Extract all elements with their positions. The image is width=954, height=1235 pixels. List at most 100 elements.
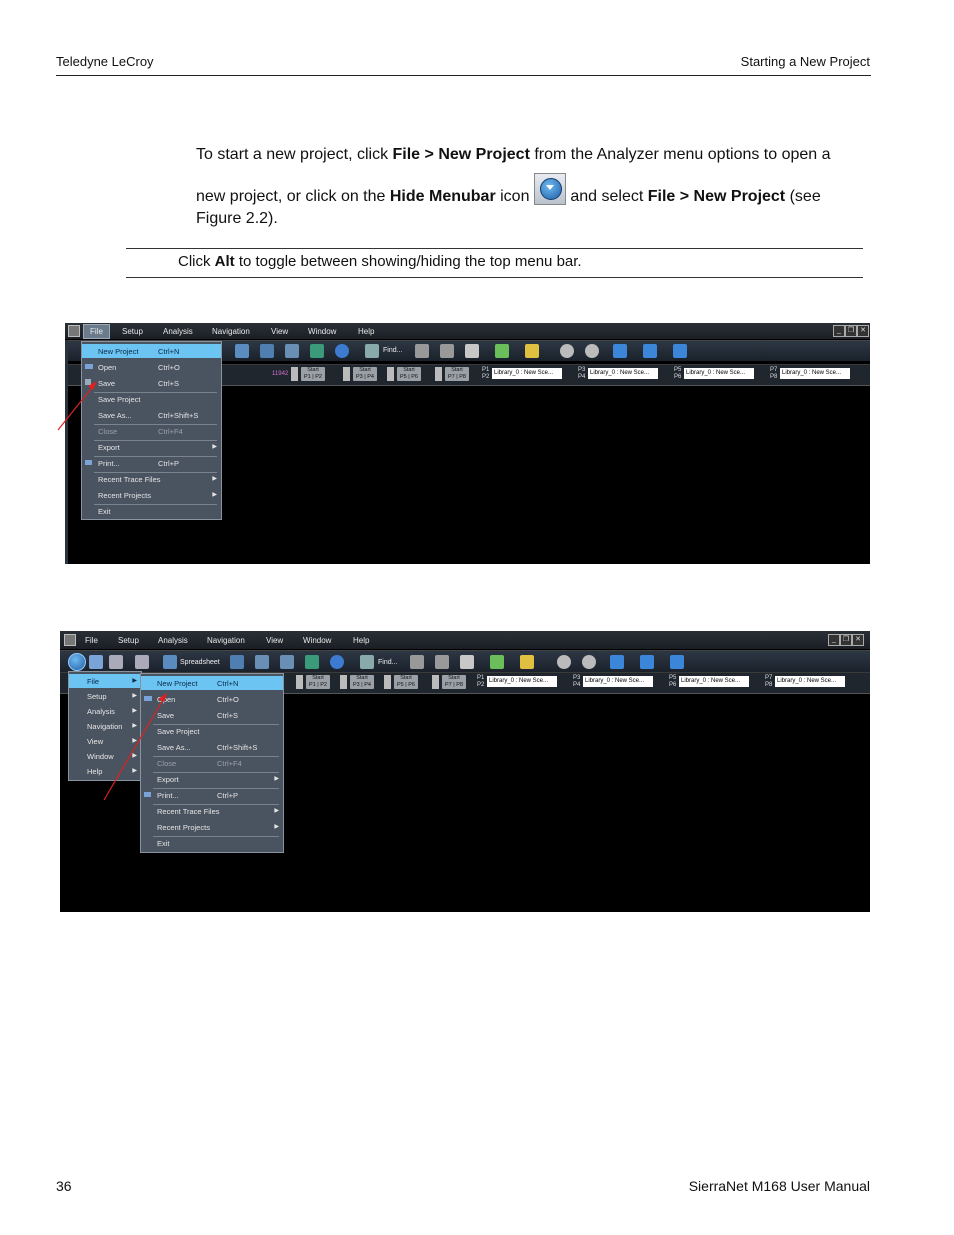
chart-icon[interactable] xyxy=(305,655,319,669)
spreadsheet-icon[interactable] xyxy=(163,655,177,669)
print-icon[interactable] xyxy=(435,655,449,669)
start-button-p7p8[interactable]: Start P7 | P8 xyxy=(442,675,466,689)
menu-setup[interactable]: Setup xyxy=(118,636,139,645)
menu-item-print[interactable]: Print... Ctrl+P xyxy=(82,456,221,470)
library-select[interactable]: Library_0 : New Sce... xyxy=(487,676,557,687)
side-menu-view[interactable]: View ▶ xyxy=(69,734,141,748)
menu-item-new-project[interactable]: New Project Ctrl+N xyxy=(141,676,283,690)
library-select[interactable]: Library_0 : New Sce... xyxy=(679,676,749,687)
find-icon[interactable] xyxy=(365,344,379,358)
filter-icon[interactable] xyxy=(610,655,624,669)
start-button-p3p4[interactable]: Start P3 | P4 xyxy=(353,367,377,381)
chart-icon[interactable] xyxy=(310,344,324,358)
menu-file[interactable]: File xyxy=(85,636,98,645)
menu-item-save[interactable]: Save Ctrl+S xyxy=(82,376,221,390)
menu-window[interactable]: Window xyxy=(303,636,331,645)
menu-item-exit[interactable]: Exit xyxy=(141,836,283,850)
menu-item-exit[interactable]: Exit xyxy=(82,504,221,518)
start-button-p7p8[interactable]: Start P7 | P8 xyxy=(445,367,469,381)
minimize-button[interactable]: _ xyxy=(833,325,845,337)
spreadsheet-icon[interactable] xyxy=(235,344,249,358)
menu-item-export[interactable]: Export ▶ xyxy=(82,440,221,454)
menu-help[interactable]: Help xyxy=(358,327,374,336)
menu-view[interactable]: View xyxy=(271,327,288,336)
save-icon[interactable] xyxy=(415,344,429,358)
close-button[interactable]: ✕ xyxy=(852,634,864,646)
restore-button[interactable]: ❐ xyxy=(845,325,857,337)
start-button-p5p6[interactable]: Start P5 | P6 xyxy=(394,675,418,689)
more-filter-icon[interactable] xyxy=(673,344,687,358)
library-select[interactable]: Library_0 : New Sce... xyxy=(775,676,845,687)
side-menu-window[interactable]: Window ▶ xyxy=(69,749,141,763)
layout-icon[interactable] xyxy=(280,655,294,669)
print-icon[interactable] xyxy=(440,344,454,358)
zoom-out-icon[interactable] xyxy=(585,344,599,358)
menu-view[interactable]: View xyxy=(266,636,283,645)
menu-navigation[interactable]: Navigation xyxy=(212,327,250,336)
export-icon[interactable] xyxy=(495,344,509,358)
menu-item-export[interactable]: Export ▶ xyxy=(141,772,283,786)
refresh-icon[interactable] xyxy=(335,344,349,358)
side-menu-setup[interactable]: Setup ▶ xyxy=(69,689,141,703)
library-select[interactable]: Library_0 : New Sce... xyxy=(780,368,850,379)
menu-analysis[interactable]: Analysis xyxy=(163,327,193,336)
start-button-p1p2[interactable]: Start P1 | P2 xyxy=(306,675,330,689)
menu-item-open[interactable]: Open Ctrl+O xyxy=(141,692,283,706)
menu-item-save-as[interactable]: Save As... Ctrl+Shift+S xyxy=(82,408,221,422)
channel-filter-icon[interactable] xyxy=(640,655,654,669)
tree-view-icon[interactable] xyxy=(285,344,299,358)
menu-file[interactable]: File xyxy=(83,324,110,339)
library-select[interactable]: Library_0 : New Sce... xyxy=(588,368,658,379)
menu-item-save[interactable]: Save Ctrl+S xyxy=(141,708,283,722)
grid-view-icon[interactable] xyxy=(260,344,274,358)
menu-window[interactable]: Window xyxy=(308,327,336,336)
export-icon[interactable] xyxy=(490,655,504,669)
menu-item-new-project[interactable]: New Project Ctrl+N xyxy=(82,344,221,358)
zoom-in-icon[interactable] xyxy=(560,344,574,358)
menu-navigation[interactable]: Navigation xyxy=(207,636,245,645)
start-button-p3p4[interactable]: Start P3 | P4 xyxy=(350,675,374,689)
menu-item-save-as[interactable]: Save As... Ctrl+Shift+S xyxy=(141,740,283,754)
channel-filter-icon[interactable] xyxy=(643,344,657,358)
import-icon[interactable] xyxy=(520,655,534,669)
start-button-p1p2[interactable]: Start P1 | P2 xyxy=(301,367,325,381)
close-button[interactable]: ✕ xyxy=(857,325,869,337)
find-icon[interactable] xyxy=(360,655,374,669)
save-icon[interactable] xyxy=(109,655,123,669)
find-label[interactable]: Find... xyxy=(383,347,402,354)
minimize-button[interactable]: _ xyxy=(828,634,840,646)
more-filter-icon[interactable] xyxy=(670,655,684,669)
find-label[interactable]: Find... xyxy=(378,659,397,666)
menu-item-recent-trace-files[interactable]: Recent Trace Files ▶ xyxy=(82,472,221,486)
download-icon[interactable] xyxy=(460,655,474,669)
side-menu-help[interactable]: Help ▶ xyxy=(69,764,141,778)
menu-item-recent-projects[interactable]: Recent Projects ▶ xyxy=(141,820,283,834)
menu-item-save-project[interactable]: Save Project xyxy=(82,392,221,406)
zoom-in-icon[interactable] xyxy=(557,655,571,669)
zoom-out-icon[interactable] xyxy=(582,655,596,669)
import-icon[interactable] xyxy=(525,344,539,358)
side-menu-file[interactable]: File ▶ xyxy=(69,674,141,688)
menu-help[interactable]: Help xyxy=(353,636,369,645)
download-icon[interactable] xyxy=(465,344,479,358)
start-button-p5p6[interactable]: Start P5 | P6 xyxy=(397,367,421,381)
spreadsheet-label[interactable]: Spreadsheet xyxy=(180,659,220,666)
menu-setup[interactable]: Setup xyxy=(122,327,143,336)
hide-menubar-icon[interactable] xyxy=(68,653,86,671)
open-folder-icon[interactable] xyxy=(89,655,103,669)
menu-item-recent-projects[interactable]: Recent Projects ▶ xyxy=(82,488,221,502)
library-select[interactable]: Library_0 : New Sce... xyxy=(492,368,562,379)
restore-button[interactable]: ❐ xyxy=(840,634,852,646)
filter-icon[interactable] xyxy=(613,344,627,358)
library-select[interactable]: Library_0 : New Sce... xyxy=(684,368,754,379)
library-select[interactable]: Library_0 : New Sce... xyxy=(583,676,653,687)
menu-item-print[interactable]: Print... Ctrl+P xyxy=(141,788,283,802)
menu-item-save-project[interactable]: Save Project xyxy=(141,724,283,738)
grid-view-icon[interactable] xyxy=(230,655,244,669)
menu-item-recent-trace-files[interactable]: Recent Trace Files ▶ xyxy=(141,804,283,818)
side-menu-navigation[interactable]: Navigation ▶ xyxy=(69,719,141,733)
menu-analysis[interactable]: Analysis xyxy=(158,636,188,645)
tree-view-icon[interactable] xyxy=(255,655,269,669)
save-trace-icon[interactable] xyxy=(410,655,424,669)
refresh-icon[interactable] xyxy=(330,655,344,669)
